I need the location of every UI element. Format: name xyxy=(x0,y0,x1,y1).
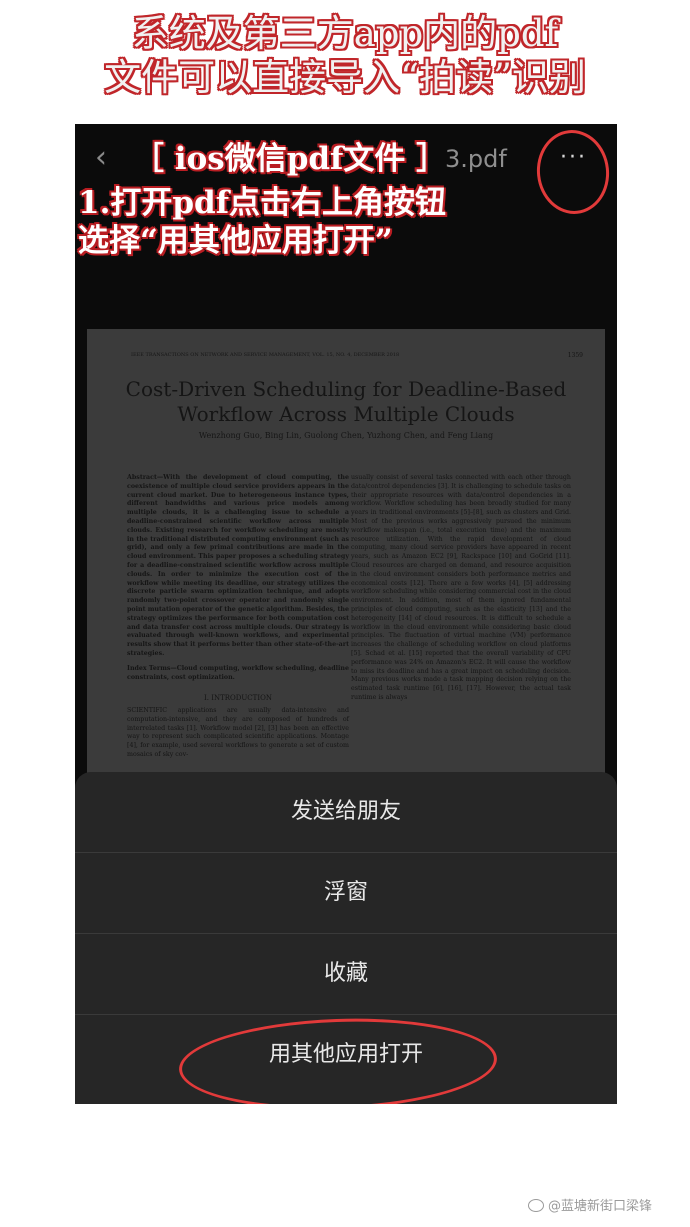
pdf-abstract: Abstract—With the development of cloud c… xyxy=(127,474,349,657)
phone-screenshot: ‹ 3.pdf ··· ［ ios微信pdf文件 ］ 1.打开pdf点击右上角按… xyxy=(75,124,617,1104)
banner-line-2: 文件可以直接导入“拍读”识别 xyxy=(104,56,586,99)
highlight-circle-more xyxy=(532,126,614,218)
action-sheet: 发送给朋友 浮窗 收藏 用其他应用打开 xyxy=(75,772,617,1104)
pdf-abstract-column: Abstract—With the development of cloud c… xyxy=(127,474,349,682)
pdf-intro-text: SCIENTIFIC applications are usually data… xyxy=(127,707,349,758)
floating-window-option[interactable]: 浮窗 xyxy=(75,853,617,933)
weibo-icon xyxy=(528,1199,544,1212)
annotation-line-1: ［ ios微信pdf文件 ］ xyxy=(133,141,448,177)
watermark: @蓝塘新街口梁锋 xyxy=(528,1198,652,1216)
pdf-title-line-1: Cost-Driven Scheduling for Deadline-Base… xyxy=(125,377,567,401)
send-to-friend-option[interactable]: 发送给朋友 xyxy=(75,772,617,852)
file-title: 3.pdf xyxy=(445,145,507,173)
pdf-page-number: 1359 xyxy=(567,352,583,359)
annotation-line-2: 1.打开pdf点击右上角按钮 xyxy=(78,185,447,221)
favorite-option[interactable]: 收藏 xyxy=(75,934,617,1014)
pdf-running-header: IEEE TRANSACTIONS ON NETWORK AND SERVICE… xyxy=(131,352,400,358)
watermark-text: @蓝塘新街口梁锋 xyxy=(548,1199,653,1214)
pdf-title-line-2: Workflow Across Multiple Clouds xyxy=(177,402,515,426)
pdf-right-column: usually consist of several tasks connect… xyxy=(351,474,571,701)
back-icon[interactable]: ‹ xyxy=(95,138,107,178)
annotation-line-3: 选择“用其他应用打开” xyxy=(78,223,393,259)
pdf-intro-heading: I. INTRODUCTION xyxy=(204,694,272,702)
pdf-index-terms: Index Terms—Cloud computing, workflow sc… xyxy=(127,664,349,681)
banner-line-1: 系统及第三方app内的pdf xyxy=(131,12,559,55)
pdf-authors: Wenzhong Guo, Bing Lin, Guolong Chen, Yu… xyxy=(198,431,494,440)
